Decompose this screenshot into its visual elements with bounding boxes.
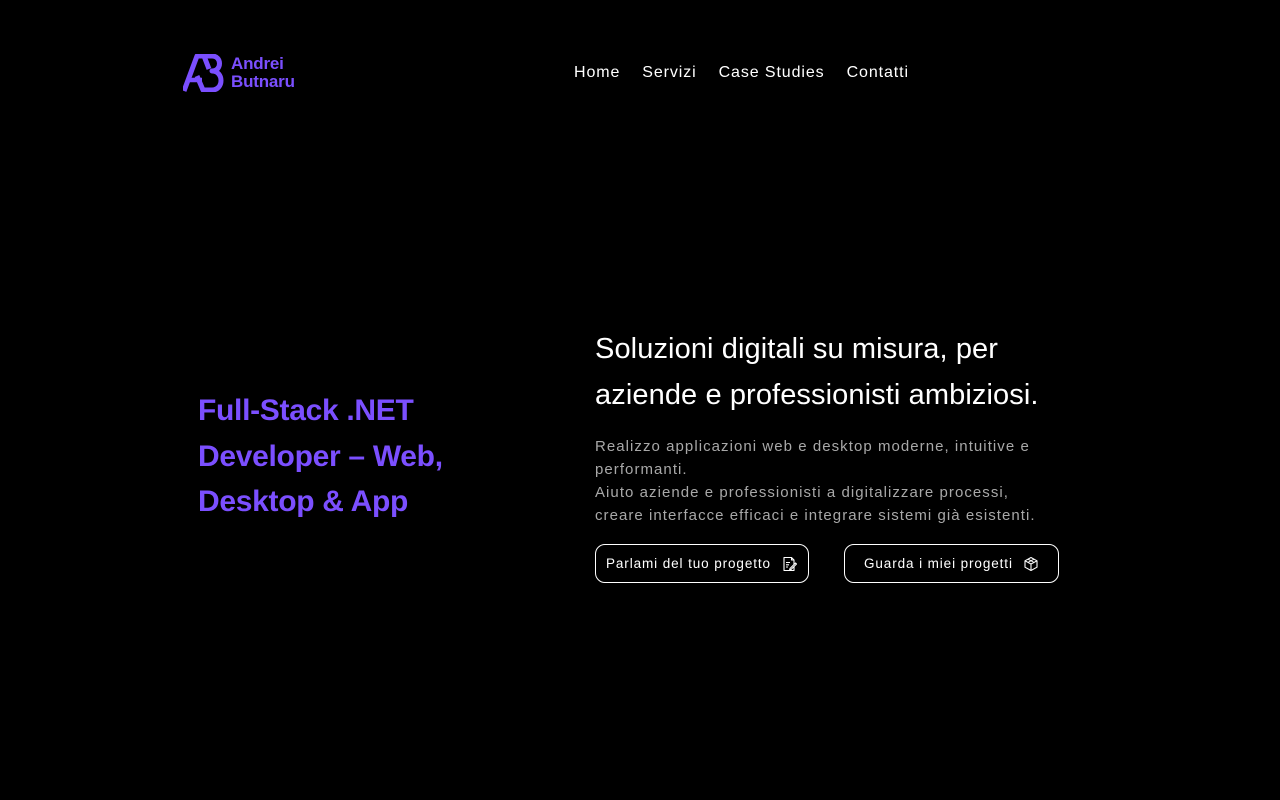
page: Andrei Butnaru Home Servizi Case Studies…: [0, 0, 1280, 800]
tagline-line: Desktop & App: [198, 485, 408, 518]
tagline-line: Developer – Web,: [198, 439, 443, 473]
hero-description: Realizzo applicazioni web e desktop mode…: [595, 435, 1095, 527]
nav-item-case-studies[interactable]: Case Studies: [719, 64, 825, 82]
view-projects-button[interactable]: Guarda i miei progetti: [844, 544, 1059, 583]
cube-icon: [1024, 556, 1038, 571]
hero-tagline: Full-Stack .NET Developer – Web, Desktop…: [198, 388, 488, 525]
main-nav: Home Servizi Case Studies Contatti: [574, 63, 909, 83]
hero-headline: Soluzioni digitali su misura, per aziend…: [595, 326, 1115, 418]
contact-project-button-label: Parlami del tuo progetto: [606, 556, 771, 571]
nav-item-servizi[interactable]: Servizi: [642, 64, 696, 82]
nav-item-home[interactable]: Home: [574, 64, 620, 82]
edit-document-icon: [783, 556, 797, 571]
headline-line: Soluzioni digitali su misura, per: [595, 333, 999, 365]
tagline-line: Full-Stack .NET: [198, 394, 414, 427]
view-projects-button-label: Guarda i miei progetti: [864, 556, 1013, 571]
headline-line: aziende e professionisti ambiziosi.: [595, 379, 1039, 411]
brand-last-name: Butnaru: [231, 72, 295, 91]
description-line: Aiuto aziende e professionisti a digital…: [595, 484, 1009, 501]
contact-project-button[interactable]: Parlami del tuo progetto: [595, 544, 809, 583]
brand-logo[interactable]: Andrei Butnaru: [183, 54, 295, 92]
nav-item-contatti[interactable]: Contatti: [847, 64, 909, 82]
ab-monogram-icon: [183, 54, 224, 92]
description-line: Realizzo applicazioni web e desktop mode…: [595, 438, 1030, 455]
brand-name: Andrei Butnaru: [231, 55, 295, 91]
brand-first-name: Andrei: [231, 54, 284, 73]
description-line: creare interfacce efficaci e integrare s…: [595, 507, 1036, 524]
description-line: performanti.: [595, 461, 688, 478]
